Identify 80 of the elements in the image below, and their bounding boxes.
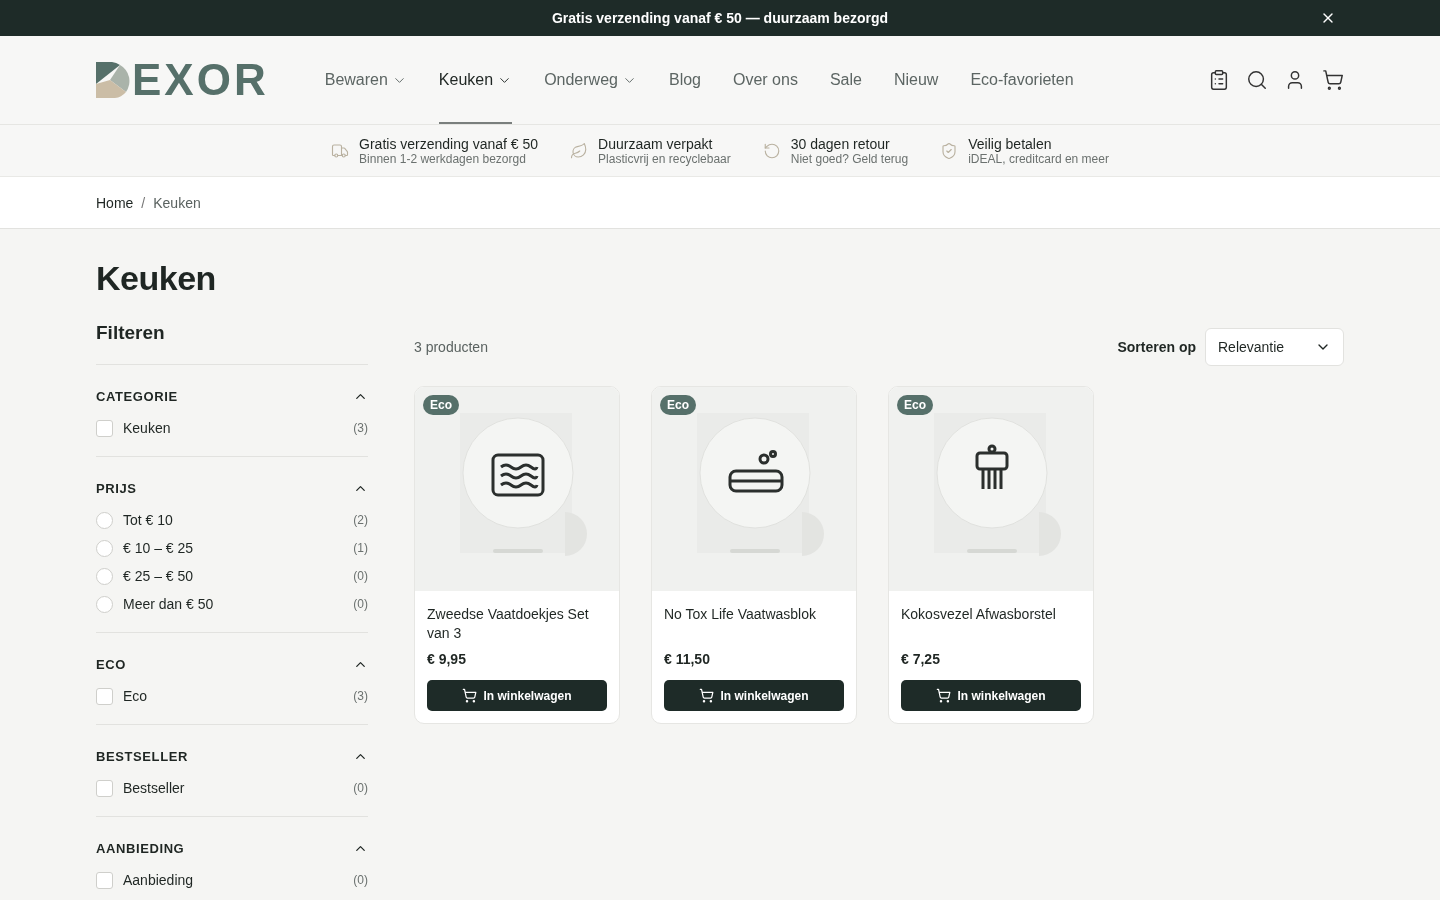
filter-group-header[interactable]: ECO	[96, 657, 368, 672]
announcement-text: Gratis verzending vanaf € 50 — duurzaam bezorgd	[551, 10, 889, 26]
checkbox[interactable]	[96, 419, 113, 437]
sort-label: Sorteren op	[1117, 339, 1196, 355]
add-to-cart-button[interactable]: In winkelwagen	[427, 680, 607, 711]
product-name[interactable]: No Tox Life Vaatwasblok	[664, 605, 844, 643]
usp-subtitle: Binnen 1-2 werkdagen bezorgd	[359, 151, 527, 166]
product-price: € 9,95	[427, 651, 467, 667]
product-price: € 7,25	[901, 651, 941, 667]
product-price: € 11,50	[664, 651, 711, 667]
return-icon	[762, 141, 781, 160]
filter-count: (1)	[353, 541, 368, 555]
cart-icon	[699, 688, 715, 703]
filter-count: (3)	[353, 421, 368, 435]
product-card[interactable]: Eco Kokosvezel Afwasborstel € 7,25 In winkelwagen	[888, 386, 1094, 724]
add-to-cart-button[interactable]: In winkelwagen	[664, 680, 844, 711]
usp-title: 30 dagen retour	[790, 135, 891, 152]
radio-button[interactable]	[96, 539, 113, 557]
filter-option-label: Tot € 10	[123, 512, 173, 528]
usp-title: Gratis verzending vanaf € 50	[359, 135, 539, 152]
radio-button[interactable]	[96, 511, 113, 529]
product-name[interactable]: Kokosvezel Afwasborstel	[901, 605, 1081, 643]
checkbox[interactable]	[96, 779, 113, 797]
cart-icon[interactable]	[1322, 69, 1344, 91]
add-to-cart-button[interactable]: In winkelwagen	[901, 680, 1081, 711]
usp-subtitle: Niet goed? Geld terug	[790, 151, 909, 166]
logo-text[interactable]: EXOR	[132, 58, 269, 102]
cart-icon	[462, 688, 478, 703]
nav-link[interactable]: Onderweg	[544, 36, 637, 124]
filter-option-label: € 25 – € 50	[123, 568, 194, 584]
usp-subtitle: iDEAL, creditcard en meer	[968, 151, 1109, 166]
leaf-icon	[570, 141, 589, 160]
filter-option-label: Keuken	[123, 420, 171, 436]
filter-group-header[interactable]: PRIJS	[96, 481, 368, 496]
breadcrumb-separator: /	[141, 194, 146, 211]
truck-icon	[331, 141, 350, 160]
filter-option-label: € 10 – € 25	[123, 540, 194, 556]
sort-select[interactable]: Relevantie	[1205, 328, 1344, 366]
eco-badge: Eco	[660, 395, 696, 415]
nav-link[interactable]: Blog	[668, 36, 701, 124]
nav-link[interactable]: Eco-favorieten	[970, 36, 1074, 124]
product-name[interactable]: Zweedse Vaatdoekjes Set van 3	[427, 605, 607, 643]
shield-icon	[940, 141, 959, 160]
filter-count: (3)	[353, 689, 368, 703]
filter-count: (0)	[353, 597, 368, 611]
filter-title: Filteren	[96, 322, 368, 365]
usp-title: Duurzaam verpakt	[598, 135, 714, 152]
filter-option-label: Meer dan € 50	[123, 596, 214, 612]
nav-link[interactable]: Over ons	[733, 36, 798, 124]
search-icon[interactable]	[1246, 69, 1268, 91]
filter-count: (0)	[353, 873, 368, 887]
usp-title: Veilig betalen	[968, 135, 1053, 152]
filter-count: (0)	[353, 569, 368, 583]
eco-badge: Eco	[897, 395, 933, 415]
nav-link[interactable]: Sale	[829, 36, 862, 124]
usp-subtitle: Plasticvrij en recyclebaar	[598, 151, 731, 166]
product-card[interactable]: Eco No Tox Life Vaatwasblok € 11,50 In winkelwagen	[651, 386, 857, 724]
filter-group-header[interactable]: CATEGORIE	[96, 389, 368, 404]
filter-option-label: Eco	[123, 688, 148, 704]
checkbox[interactable]	[96, 687, 113, 705]
cart-icon	[936, 688, 952, 703]
nav-link[interactable]: Bewaren	[324, 36, 407, 124]
filter-option-label: Aanbieding	[123, 872, 194, 888]
radio-button[interactable]	[96, 567, 113, 585]
product-card[interactable]: Eco Zweedse Vaatdoekjes Set van 3 € 9,95 In winkelwagen	[414, 386, 620, 724]
eco-badge: Eco	[423, 395, 459, 415]
product-count: 3 producten	[414, 339, 488, 355]
page-title: Keuken	[96, 259, 217, 298]
filter-option-label: Bestseller	[123, 780, 185, 796]
breadcrumb-link[interactable]: Keuken	[153, 194, 201, 211]
checkbox[interactable]	[96, 871, 113, 889]
filter-count: (2)	[353, 513, 368, 527]
logo-icon	[96, 62, 130, 98]
filter-count: (0)	[353, 781, 368, 795]
filter-group-header[interactable]: BESTSELLER	[96, 749, 368, 764]
clipboard-icon[interactable]	[1208, 69, 1230, 91]
filter-group-header[interactable]: AANBIEDING	[96, 841, 368, 856]
nav-link[interactable]: Nieuw	[893, 36, 939, 124]
breadcrumb-link[interactable]: Home	[96, 194, 134, 211]
radio-button[interactable]	[96, 595, 113, 613]
